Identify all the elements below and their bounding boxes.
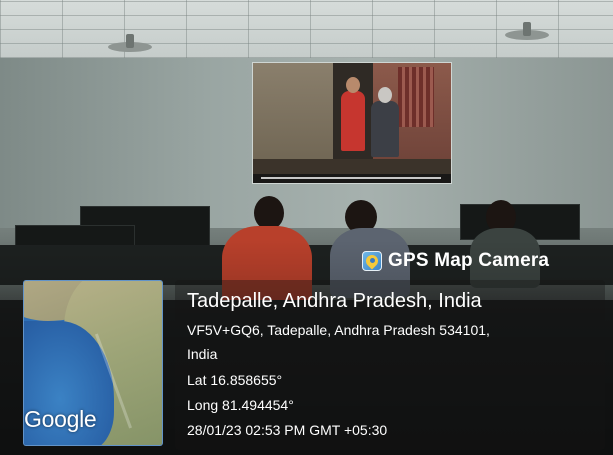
address-line: India: [187, 346, 218, 362]
timestamp: 28/01/23 02:53 PM GMT +05:30: [187, 422, 388, 438]
address-line: VF5V+GQ6, Tadepalle, Andhra Pradesh 5341…: [187, 322, 490, 338]
longitude-value: Long 81.494454°: [187, 397, 294, 413]
projected-video: [252, 62, 452, 184]
brand-name: GPS Map Camera: [388, 250, 550, 271]
latitude-value: Lat 16.858655°: [187, 372, 283, 388]
video-controls-bar: [253, 174, 451, 183]
google-logo: Google: [24, 406, 97, 432]
location-title: Tadepalle, Andhra Pradesh, India: [187, 290, 482, 312]
ceiling-fan: [108, 34, 152, 52]
map-thumbnail: Google: [23, 280, 163, 446]
ceiling-fan: [505, 22, 549, 40]
ceiling: [0, 0, 613, 58]
gps-brand-badge: GPS Map Camera: [362, 248, 549, 274]
gps-map-camera-icon: [362, 251, 382, 271]
person-head: [254, 196, 284, 230]
